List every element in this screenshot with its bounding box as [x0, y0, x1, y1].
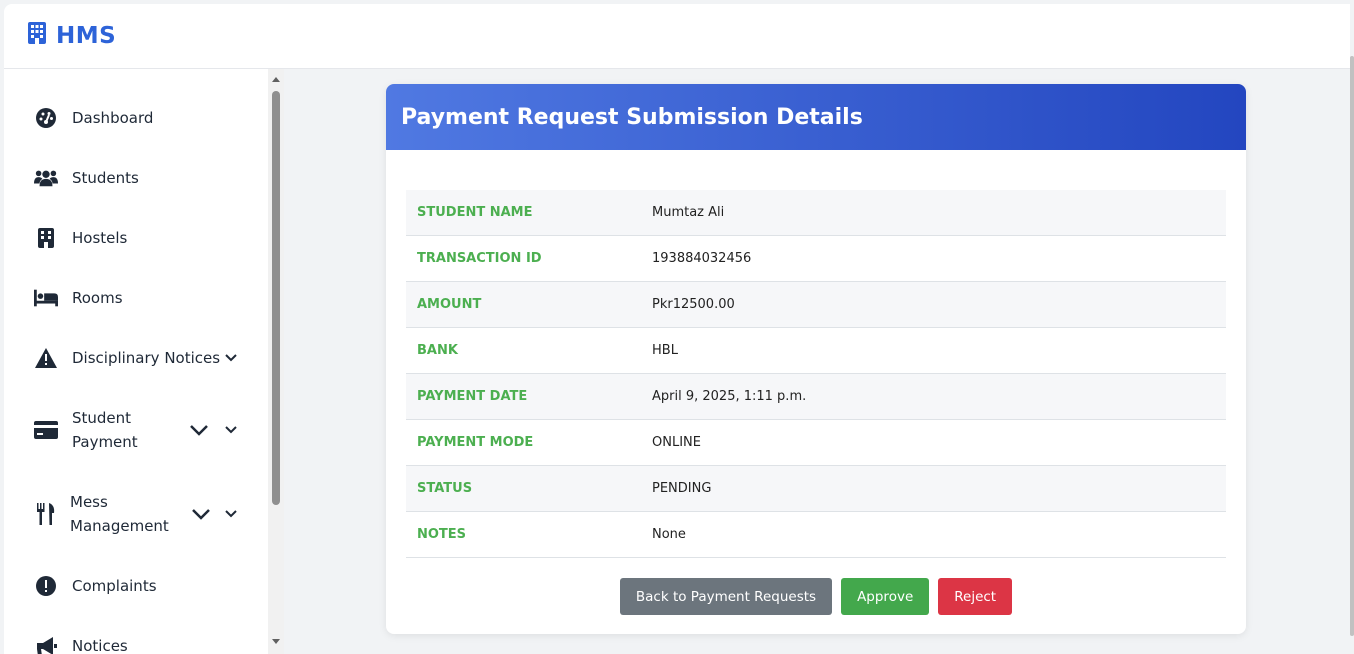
brand[interactable]: HMS — [28, 22, 116, 49]
sidebar-item-label: Disciplinary Notices — [72, 349, 221, 367]
detail-row-bank: BANK HBL — [406, 328, 1226, 374]
sidebar-item-label: Rooms — [72, 289, 123, 307]
top-bar: HMS — [4, 4, 1350, 69]
sidebar-item-hostels[interactable]: Hostels — [4, 226, 264, 250]
sidebar-scroll-thumb[interactable] — [272, 91, 280, 505]
detail-row-student-name: STUDENT NAME Mumtaz Ali — [406, 190, 1226, 236]
details-table: STUDENT NAME Mumtaz Ali TRANSACTION ID 1… — [406, 190, 1226, 558]
users-icon — [34, 166, 58, 190]
sidebar-item-dashboard[interactable]: Dashboard — [4, 106, 264, 130]
detail-value: April 9, 2025, 1:11 p.m. — [652, 389, 807, 404]
reject-button[interactable]: Reject — [938, 578, 1013, 615]
chevron-down-icon[interactable] — [190, 504, 212, 524]
sidebar-item-label: Dashboard — [72, 109, 154, 127]
page-title: Payment Request Submission Details — [401, 104, 863, 130]
bed-icon — [34, 286, 58, 310]
detail-value: Mumtaz Ali — [652, 205, 725, 220]
detail-label: STATUS — [417, 481, 473, 496]
detail-label: PAYMENT MODE — [417, 435, 534, 450]
main-scroll-thumb[interactable] — [1350, 56, 1354, 636]
sidebar-item-label: Hostels — [72, 229, 128, 247]
payment-details-card: Payment Request Submission Details STUDE… — [386, 84, 1246, 634]
sidebar-item-student-payment[interactable]: Student Payment — [4, 406, 264, 454]
card-header: Payment Request Submission Details — [386, 84, 1246, 150]
sidebar-item-label: Notices — [72, 637, 128, 654]
chevron-down-icon[interactable] — [223, 422, 239, 438]
detail-row-notes: NOTES None — [406, 512, 1226, 558]
utensils-icon — [34, 502, 58, 526]
sidebar-item-mess-management[interactable]: Mess Management — [4, 490, 264, 538]
main-scrollbar[interactable] — [1348, 50, 1354, 654]
credit-card-icon — [34, 418, 58, 442]
warning-icon — [34, 346, 58, 370]
sidebar-item-disciplinary-notices[interactable]: Disciplinary Notices — [4, 346, 264, 370]
bullhorn-icon — [34, 634, 58, 654]
chevron-down-icon[interactable] — [223, 350, 239, 366]
sidebar-item-label-line2: Management — [70, 517, 169, 535]
sidebar-item-label: Complaints — [72, 577, 157, 595]
detail-label: PAYMENT DATE — [417, 389, 528, 404]
sidebar-item-complaints[interactable]: Complaints — [4, 574, 264, 598]
back-to-payment-requests-button[interactable]: Back to Payment Requests — [619, 578, 833, 615]
action-buttons: Back to Payment Requests Approve Reject — [386, 578, 1246, 615]
scroll-up-arrow-icon[interactable] — [272, 77, 280, 82]
sidebar: Dashboard Students Hostels Rooms Discipl… — [4, 69, 284, 654]
detail-label: NOTES — [417, 527, 467, 542]
detail-value: HBL — [652, 343, 678, 358]
detail-label: AMOUNT — [417, 297, 482, 312]
gauge-icon — [34, 106, 58, 130]
sidebar-scrollbar[interactable] — [268, 69, 284, 654]
chevron-down-icon[interactable] — [223, 506, 239, 522]
sidebar-item-label-line1: Mess — [70, 493, 108, 511]
sidebar-item-notices[interactable]: Notices — [4, 634, 264, 654]
status-value: PENDING — [652, 481, 712, 496]
detail-row-amount: AMOUNT Pkr12500.00 — [406, 282, 1226, 328]
chevron-down-icon[interactable] — [188, 420, 210, 440]
approve-button[interactable]: Approve — [841, 578, 930, 615]
sidebar-item-rooms[interactable]: Rooms — [4, 286, 264, 310]
sidebar-item-label-line1: Student — [72, 409, 132, 427]
scroll-down-arrow-icon[interactable] — [272, 639, 280, 644]
brand-name: HMS — [56, 22, 117, 49]
detail-row-payment-mode: PAYMENT MODE ONLINE — [406, 420, 1226, 466]
sidebar-item-label: Students — [72, 169, 139, 187]
detail-row-status: STATUS PENDING — [406, 466, 1226, 512]
detail-value: 193884032456 — [652, 251, 752, 266]
detail-value: ONLINE — [652, 435, 701, 450]
exclamation-circle-icon — [34, 574, 58, 598]
sidebar-item-label-line2: Payment — [72, 433, 138, 451]
detail-label: STUDENT NAME — [417, 205, 533, 220]
detail-label: BANK — [417, 343, 458, 358]
building-icon — [28, 22, 46, 49]
detail-value: None — [652, 527, 686, 542]
detail-row-transaction-id: TRANSACTION ID 193884032456 — [406, 236, 1226, 282]
sidebar-item-students[interactable]: Students — [4, 166, 264, 190]
detail-label: TRANSACTION ID — [417, 251, 542, 266]
detail-row-payment-date: PAYMENT DATE April 9, 2025, 1:11 p.m. — [406, 374, 1226, 420]
detail-value: Pkr12500.00 — [652, 297, 735, 312]
building-icon — [34, 226, 58, 250]
